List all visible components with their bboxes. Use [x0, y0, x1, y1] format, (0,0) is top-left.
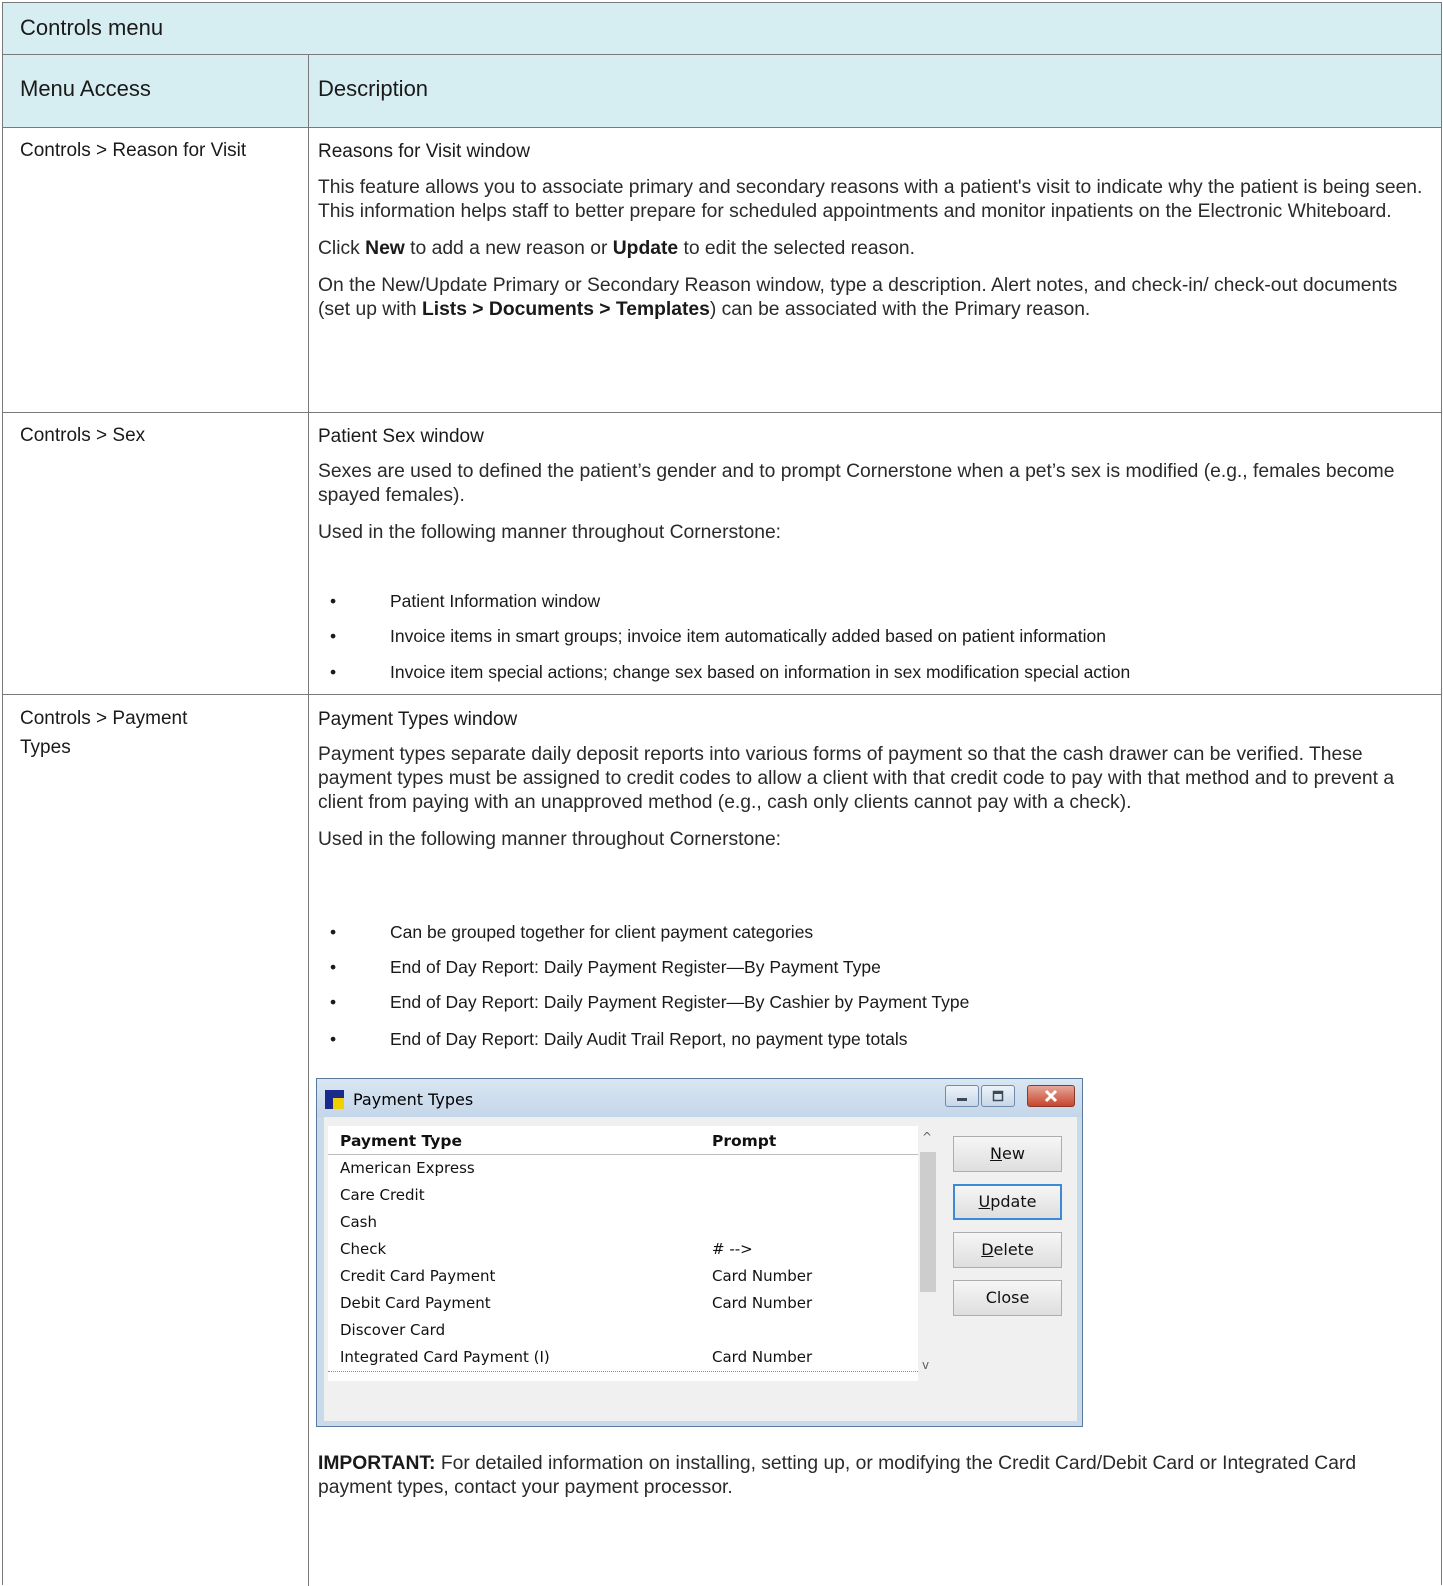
list-item[interactable]: Cash [328, 1210, 918, 1237]
list-header: Payment Type Prompt [328, 1126, 918, 1155]
important-note: IMPORTANT: For detailed information on i… [318, 1453, 1357, 1498]
minimize-button[interactable] [945, 1085, 979, 1107]
maximize-button[interactable] [981, 1085, 1015, 1107]
paragraph: Sexes are used to defined the patient’s … [318, 461, 1395, 506]
paragraph: Payment types separate daily deposit rep… [318, 744, 1395, 813]
window-client-area: Payment Type Prompt American Express Car… [324, 1117, 1077, 1421]
description-cell: Patient Sex window Sexes are used to def… [318, 425, 1428, 685]
paragraph: Used in the following manner throughout … [318, 522, 782, 543]
table-row-reason-for-visit: Controls > Reason for Visit Reasons for … [3, 128, 1441, 413]
close-button[interactable]: Close [953, 1280, 1062, 1316]
maximize-icon [992, 1090, 1004, 1102]
section-title: Payment Types window [318, 709, 518, 730]
column-payment-type[interactable]: Payment Type [340, 1132, 462, 1150]
description-cell: Reasons for Visit window This feature al… [318, 140, 1428, 322]
scroll-up-arrow-icon[interactable]: ^ [922, 1130, 932, 1144]
list-item[interactable]: Debit Card Payment Card Number [328, 1291, 918, 1318]
scroll-down-arrow-icon[interactable]: v [922, 1358, 929, 1372]
window-title: Payment Types [353, 1090, 474, 1109]
menu-access-cell: Controls > Payment Types [20, 708, 188, 758]
section-title: Patient Sex window [318, 426, 484, 447]
delete-button[interactable]: Delete [953, 1232, 1062, 1268]
table-title: Controls menu [3, 3, 1441, 55]
vertical-scrollbar[interactable]: ^ v [918, 1126, 938, 1381]
table-row-sex: Controls > Sex Patient Sex window Sexes … [3, 413, 1441, 695]
list-item[interactable]: Care Credit [328, 1183, 918, 1210]
app-icon [325, 1090, 344, 1109]
payment-types-window: Payment Types Payment Type Prompt Americ… [316, 1078, 1083, 1427]
paragraph: This feature allows you to associate pri… [318, 177, 1423, 222]
table-header-row: Menu Access Description [3, 55, 1441, 128]
list-item[interactable]: American Express [328, 1156, 918, 1183]
new-button[interactable]: New [953, 1136, 1062, 1172]
header-description: Description [318, 76, 429, 101]
menu-access-cell: Controls > Reason for Visit [20, 140, 247, 161]
paragraph: Used in the following manner throughout … [318, 829, 782, 850]
update-button[interactable]: Update [953, 1184, 1062, 1220]
window-title-bar[interactable]: Payment Types [317, 1079, 1082, 1117]
column-prompt[interactable]: Prompt [712, 1132, 776, 1150]
section-title: Reasons for Visit window [318, 141, 530, 162]
header-menu-access: Menu Access [20, 76, 151, 101]
list-item[interactable]: Integrated Card Payment (I) Card Number [328, 1345, 918, 1372]
close-icon [1044, 1089, 1058, 1103]
close-window-button[interactable] [1027, 1085, 1075, 1107]
scroll-thumb[interactable] [920, 1152, 936, 1292]
controls-menu-table: Controls menu Menu Access Description Co… [2, 2, 1442, 1586]
paragraph: On the New/Update Primary or Secondary R… [318, 275, 1398, 320]
menu-access-cell: Controls > Sex [20, 425, 146, 446]
paragraph: Click New to add a new reason or Update … [318, 238, 915, 259]
list-item[interactable]: Check # --> [328, 1237, 918, 1264]
minimize-icon [957, 1098, 967, 1101]
list-item[interactable]: Discover Card [328, 1318, 918, 1345]
payment-types-list[interactable]: Payment Type Prompt American Express Car… [328, 1126, 938, 1381]
list-item[interactable]: Credit Card Payment Card Number [328, 1264, 918, 1291]
